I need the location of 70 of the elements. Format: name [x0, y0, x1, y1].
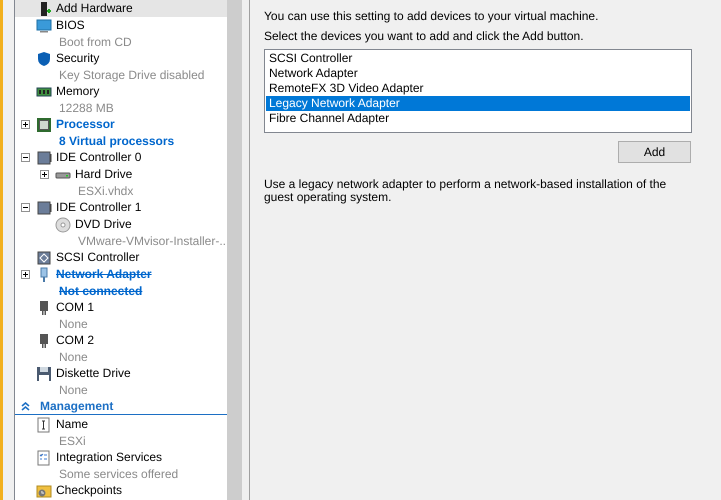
disc-icon — [55, 216, 71, 232]
collapse-toggle[interactable] — [21, 203, 30, 212]
expand-toggle[interactable] — [40, 170, 49, 179]
item-title: Memory — [56, 83, 100, 100]
intro-text: You can use this setting to add devices to your virtual machine. — [264, 8, 600, 24]
item-title: Checkpoints — [56, 482, 122, 499]
item-subtitle: 8 Virtual processors — [58, 133, 174, 149]
item-title: SCSI Controller — [56, 249, 140, 266]
item-subtitle: None — [58, 316, 89, 332]
sidebar-item[interactable]: BIOS Boot from CD — [15, 17, 227, 50]
sidebar-item[interactable]: Memory 12288 MB — [15, 83, 227, 116]
item-subtitle: None — [58, 349, 89, 365]
item-subtitle: None — [58, 382, 89, 398]
item-subtitle: 12288 MB — [58, 100, 114, 116]
item-title: IDE Controller 1 — [56, 199, 142, 216]
item-title: DVD Drive — [75, 216, 133, 233]
item-title: Integration Services — [56, 449, 164, 466]
sidebar-item[interactable]: SCSI Controller — [15, 249, 227, 266]
sidebar-item[interactable]: Name ESXi — [15, 416, 227, 449]
controller-icon — [36, 250, 52, 266]
item-subtitle: Some services offered — [58, 466, 178, 482]
item-title: COM 1 — [56, 299, 94, 316]
item-subtitle: Boot from CD — [58, 34, 132, 50]
item-title: COM 2 — [56, 332, 94, 349]
item-subtitle: Not connected — [58, 283, 144, 299]
collapse-toggle[interactable] — [21, 153, 30, 162]
list-item[interactable]: Fibre Channel Adapter — [266, 111, 690, 126]
sidebar-item[interactable]: COM 1 None — [15, 299, 227, 332]
sidebar-item[interactable]: IDE Controller 0 — [15, 149, 227, 166]
instruction-text: Select the devices you want to add and click the Add button. — [264, 28, 585, 44]
checklist-icon — [36, 450, 52, 466]
sidebar-item[interactable]: COM 2 None — [15, 332, 227, 365]
sidebar-item[interactable]: DVD Drive VMware-VMvisor-Installer-... — [15, 216, 227, 249]
list-item[interactable]: SCSI Controller — [266, 51, 690, 66]
sidebar-item[interactable]: Processor 8 Virtual processors — [15, 116, 227, 149]
sidebar-item[interactable]: Security Key Storage Drive disabled — [15, 50, 227, 83]
item-title: Processor — [56, 116, 116, 133]
item-subtitle: ESXi.vhdx — [77, 183, 134, 199]
expand-toggle[interactable] — [21, 120, 30, 129]
item-subtitle: ESXi — [58, 433, 87, 449]
item-subtitle: Key Storage Drive disabled — [58, 67, 204, 83]
controller-icon — [36, 150, 52, 166]
item-title: Security — [56, 50, 100, 67]
list-item[interactable]: Network Adapter — [266, 66, 690, 81]
sidebar-item[interactable]: IDE Controller 1 — [15, 199, 227, 216]
sidebar-item[interactable]: Integration Services Some services offered — [15, 449, 227, 482]
item-title: Hard Drive — [75, 166, 134, 183]
text-document-icon — [36, 416, 52, 432]
shield-icon — [36, 50, 52, 66]
item-title: Add Hardware — [56, 0, 133, 17]
list-item[interactable]: Legacy Network Adapter — [266, 96, 690, 111]
item-title: Name — [56, 416, 88, 433]
description-text: Use a legacy network adapter to perform a network-based installation of the guest operating system. — [264, 178, 668, 204]
controller-icon — [36, 200, 52, 216]
list-item[interactable]: RemoteFX 3D Video Adapter — [266, 81, 690, 96]
sidebar-item[interactable]: Hard Drive ESXi.vhdx — [15, 166, 227, 199]
section-header[interactable]: Management — [15, 398, 227, 415]
sidebar-item[interactable]: Add Hardware — [15, 0, 227, 17]
sidebar-item[interactable]: Diskette Drive None — [15, 365, 227, 398]
expand-toggle[interactable] — [21, 270, 30, 279]
sidebar-item[interactable]: Checkpoints — [15, 482, 227, 499]
item-title: Diskette Drive — [56, 365, 131, 382]
item-title: BIOS — [56, 17, 86, 34]
item-title: Network Adapter — [56, 266, 152, 283]
item-subtitle: VMware-VMvisor-Installer-... — [77, 233, 227, 249]
chip-icon — [36, 116, 52, 132]
monitor-icon — [36, 18, 52, 34]
sidebar-item[interactable]: Network Adapter Not connected — [15, 266, 227, 299]
item-title: IDE Controller 0 — [56, 149, 142, 166]
add-button[interactable]: Add — [618, 141, 691, 163]
